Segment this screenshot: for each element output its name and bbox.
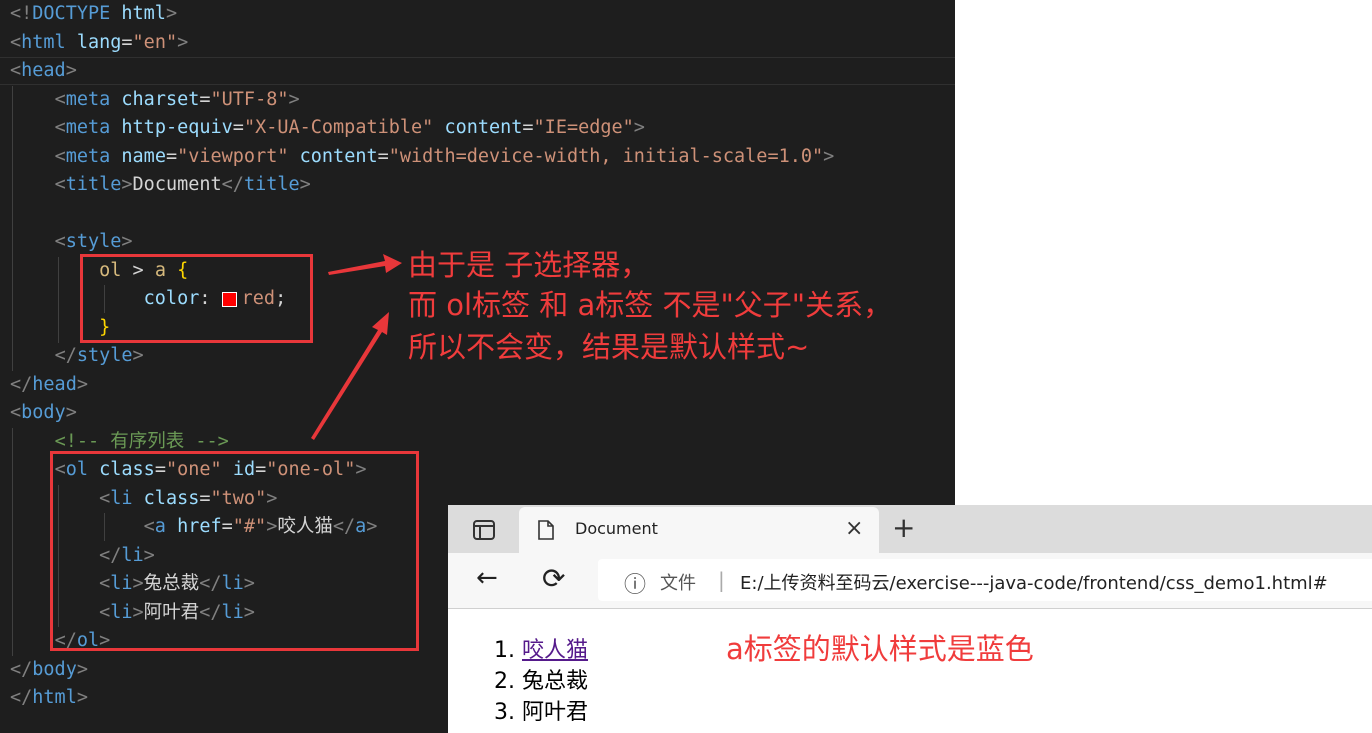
annotation-line-3: 所以不会变，结果是默认样式~: [408, 330, 810, 364]
annotation-default-style: a标签的默认样式是蓝色: [726, 632, 1034, 666]
list-number: 1.: [494, 638, 515, 663]
tab-strip: Document × +: [448, 505, 1372, 553]
list-number: 3.: [494, 700, 515, 725]
address-url[interactable]: E:/上传资料至码云/exercise---java-code/frontend…: [740, 569, 1328, 595]
arrow-from-ol-to-note: [311, 312, 389, 440]
plus-icon[interactable]: +: [892, 511, 915, 544]
ordered-list: 1. 咬人猫 2. 兔总裁 3. 阿叶君: [494, 635, 588, 728]
annotation-line-1: 由于是 子选择器，: [408, 248, 650, 282]
tab-title: Document: [575, 519, 658, 538]
page-icon: [538, 520, 554, 540]
list-item: 3. 阿叶君: [494, 697, 588, 728]
list-item: 2. 兔总裁: [494, 666, 588, 697]
tab-actions-icon[interactable]: [473, 520, 495, 540]
list-text: 兔总裁: [522, 669, 589, 694]
refresh-icon[interactable]: ⟳: [542, 562, 565, 595]
address-separator: |: [718, 568, 725, 592]
annotation-line-2: 而 ol标签 和 a标签 不是"父子"关系，: [408, 288, 893, 322]
list-item: 1. 咬人猫: [494, 635, 588, 666]
address-bar[interactable]: ⓘ 文件 | E:/上传资料至码云/exercise---java-code/f…: [598, 559, 1372, 601]
list-number: 2.: [494, 669, 515, 694]
browser-window: Document × + ← ⟳ ⓘ 文件 | E:/上传资料至码云/exerc…: [448, 505, 1372, 733]
navigation-bar: ← ⟳ ⓘ 文件 | E:/上传资料至码云/exercise---java-co…: [448, 553, 1372, 609]
close-icon[interactable]: ×: [845, 516, 863, 541]
back-arrow-icon[interactable]: ←: [476, 563, 498, 593]
list-link[interactable]: 咬人猫: [522, 638, 588, 663]
address-scheme-label: 文件: [660, 573, 696, 594]
list-text: 阿叶君: [522, 700, 589, 725]
info-icon[interactable]: ⓘ: [624, 567, 646, 599]
tab-document[interactable]: Document ×: [519, 507, 879, 553]
arrow-to-note: [328, 254, 402, 275]
